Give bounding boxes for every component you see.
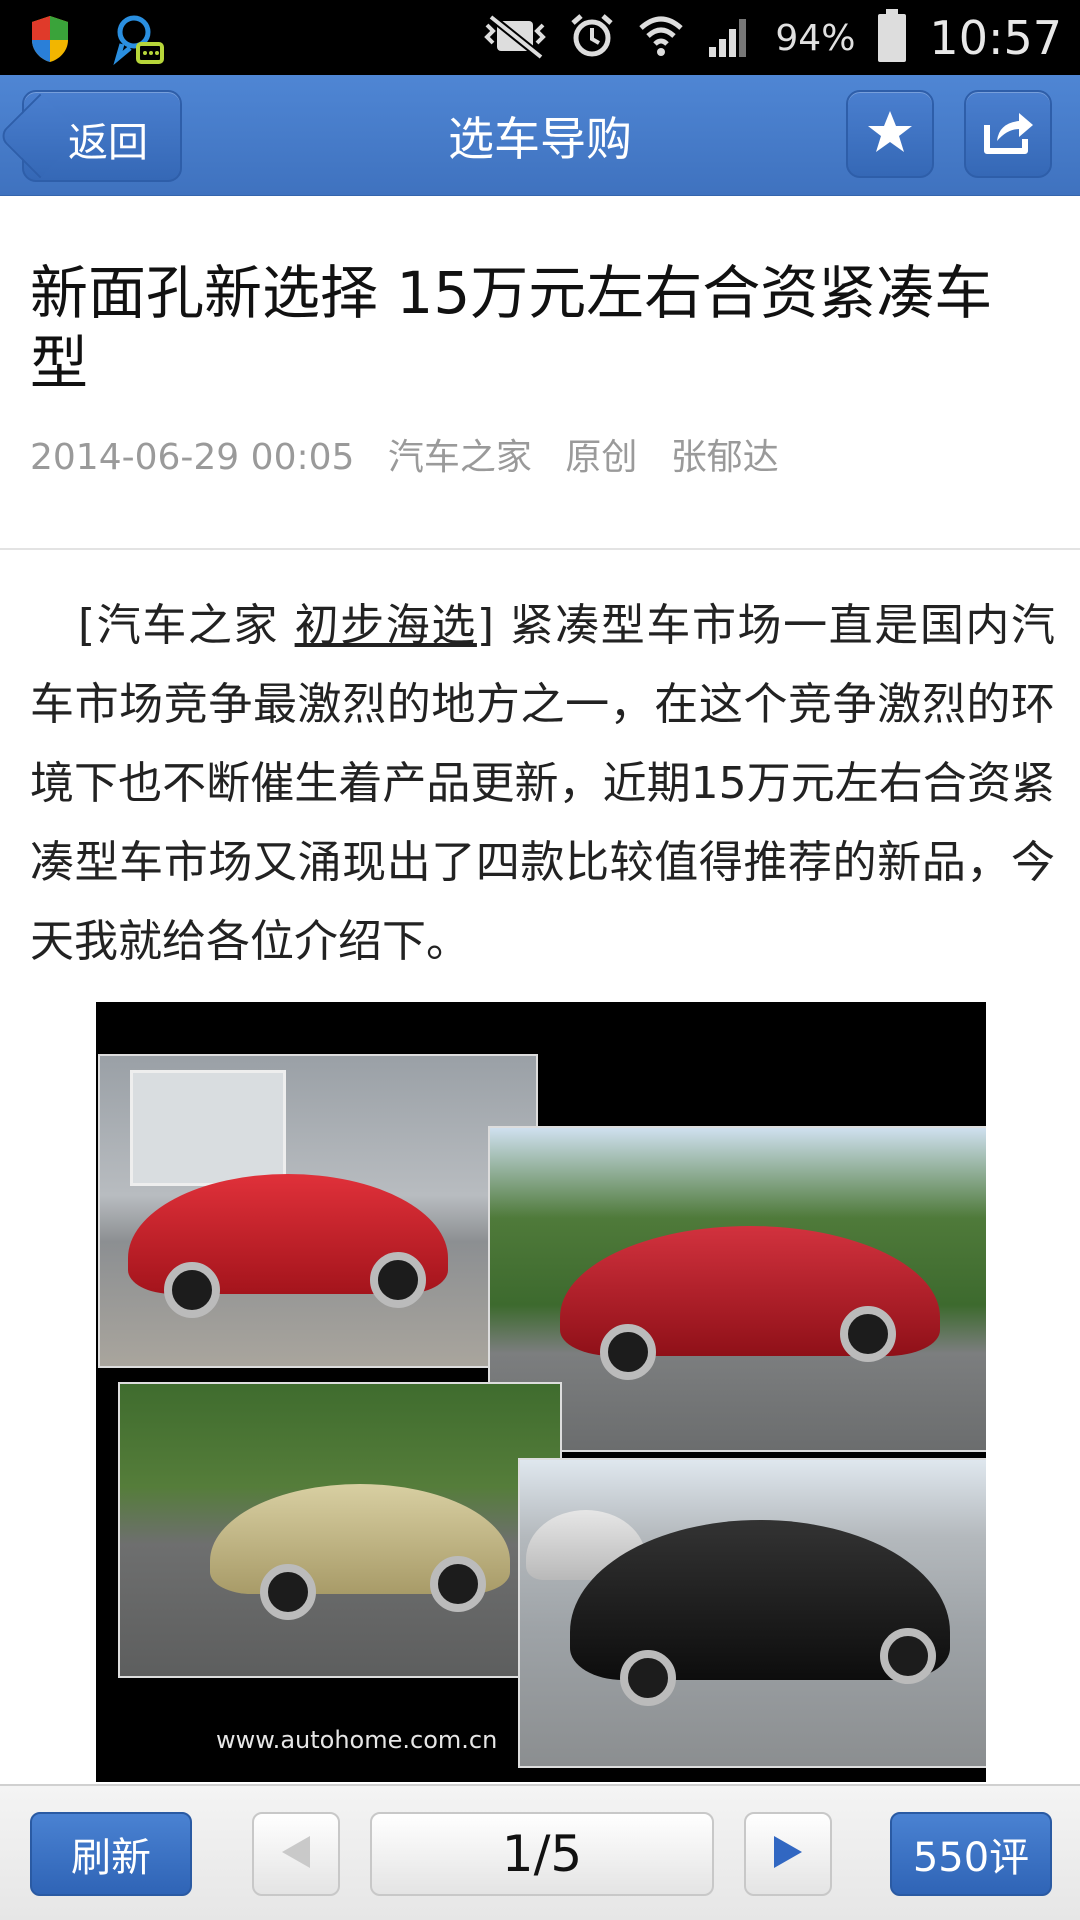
photo-black-sedan [518,1458,986,1768]
image-watermark: www.autohome.com.cn [216,1726,498,1754]
divider [0,548,1080,550]
signal-icon [707,13,753,63]
article-date: 2014-06-29 00:05 [30,437,355,478]
share-icon [981,107,1035,161]
article-title: 新面孔新选择 15万元左右合资紧凑车型 [30,259,993,397]
photo-red-sedan-2 [488,1126,986,1452]
star-icon [866,109,914,159]
article-image[interactable]: www.autohome.com.cn [96,1002,986,1782]
mute-icon [483,13,547,63]
article-meta: 2014-06-29 00:05 汽车之家 原创 张郁达 [30,428,801,480]
battery-percent: 94% [775,17,856,59]
favorite-button[interactable] [846,90,934,178]
photo-gold-sedan [118,1382,562,1678]
left-arrow-icon [276,1832,316,1876]
comments-button[interactable]: 550评 [890,1812,1052,1896]
photo-red-sedan-1 [98,1054,538,1368]
refresh-button[interactable]: 刷新 [30,1812,192,1896]
right-arrow-icon [768,1832,808,1876]
article-author: 张郁达 [670,437,779,478]
bottom-toolbar: 刷新 1/5 550评 [0,1784,1080,1920]
status-right: 94% 10:57 [483,8,1062,68]
article-body-text: 紧凑型车市场一直是国内汽车市场竞争最激烈的地方之一，在这个竞争激烈的环境下也不断… [30,600,1055,967]
lead-link[interactable]: 初步海选 [295,600,477,651]
battery-icon [877,9,907,67]
article-body: [汽车之家 初步海选] 紧凑型车市场一直是国内汽车市场竞争最激烈的地方之一，在这… [30,586,1055,981]
share-button[interactable] [964,90,1052,178]
status-left [28,12,164,70]
lead-bracket-close: ] [476,600,495,651]
previous-page-button[interactable] [252,1812,340,1896]
article-type: 原创 [565,437,638,478]
app-header: 返回 选车导购 [0,75,1080,196]
wifi-icon [637,12,685,64]
alarm-icon [569,13,615,63]
page-indicator: 1/5 [370,1812,714,1896]
article-source: 汽车之家 [387,437,532,478]
clock-time: 10:57 [929,11,1062,65]
next-page-button[interactable] [744,1812,832,1896]
screen: 94% 10:57 返回 选车导购 新面孔新选择 15万元左右合资紧凑车型 20… [0,0,1080,1920]
lead-bracket-open: [汽车之家 [78,600,295,651]
status-bar: 94% 10:57 [0,0,1080,75]
chat-notification-icon [112,12,164,70]
shield-icon [28,14,72,68]
